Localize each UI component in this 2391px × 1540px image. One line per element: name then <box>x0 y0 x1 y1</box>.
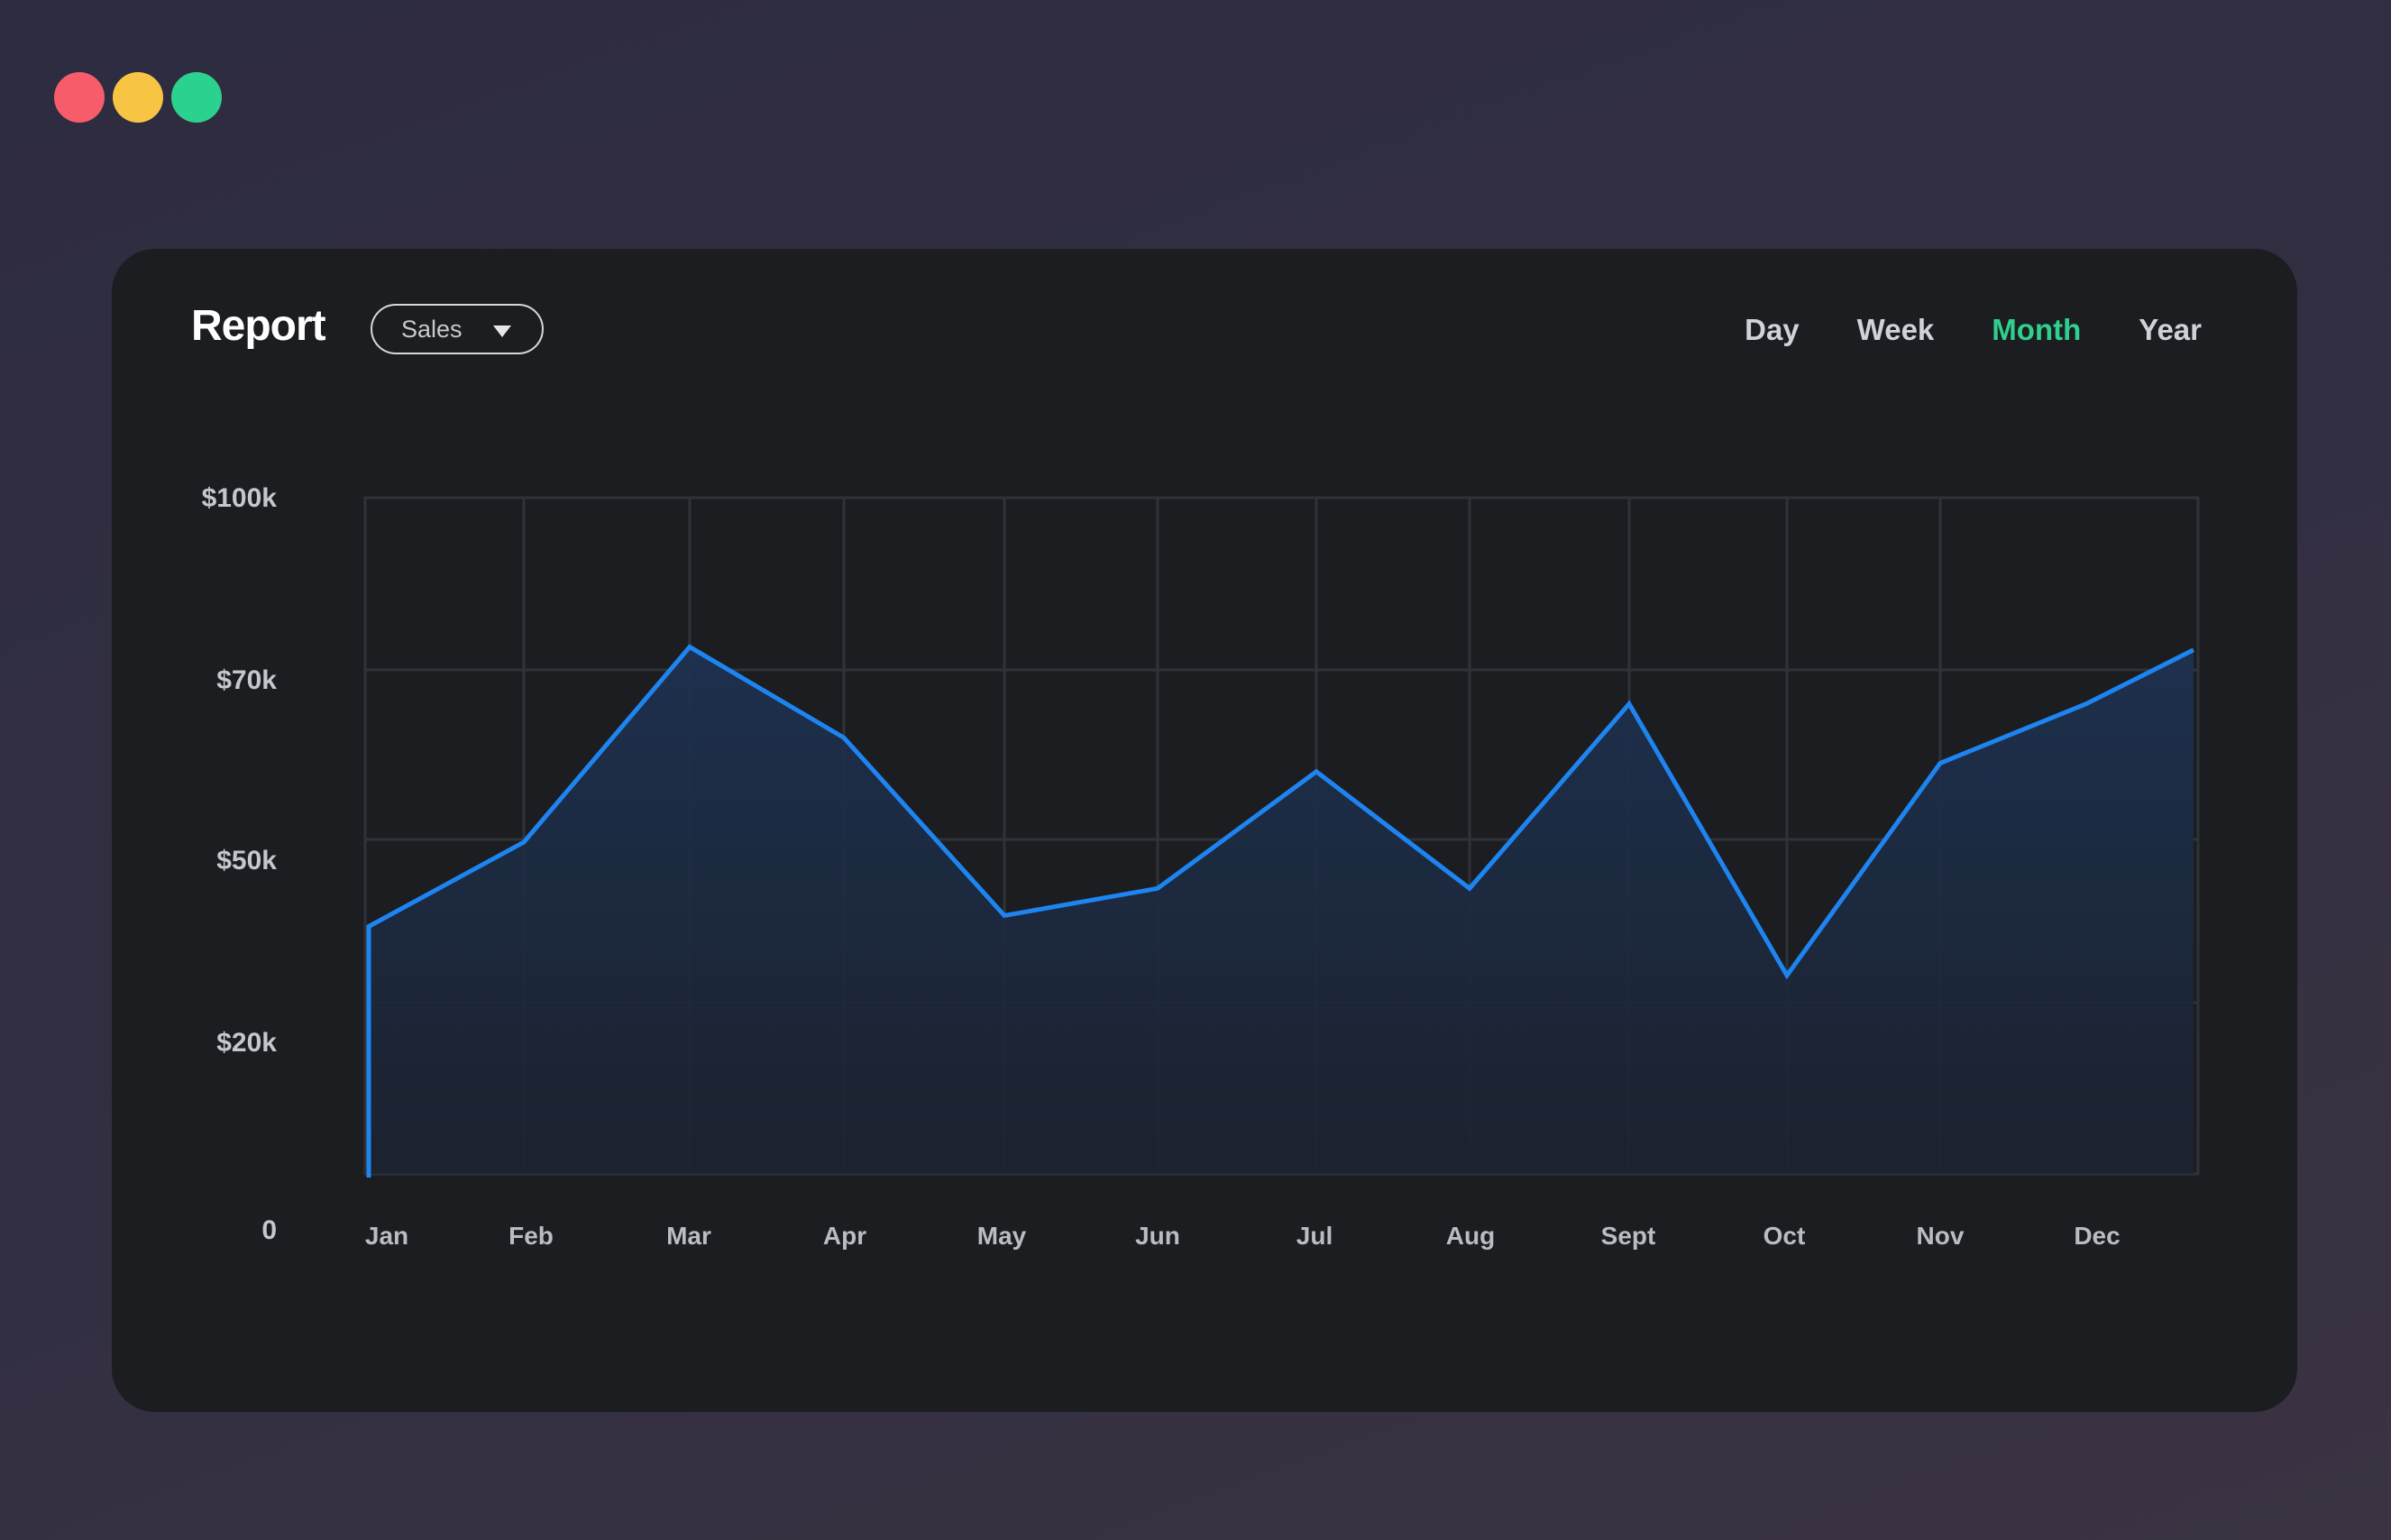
x-tick-label: Dec <box>2074 1222 2120 1250</box>
x-tick-label: Oct <box>1763 1222 1806 1250</box>
close-window-button[interactable] <box>54 72 105 123</box>
sales-chart: $100k $70k $50k $20k 0 Jan Feb Mar Apr May Jun Jul… <box>202 483 2200 1250</box>
y-tick-label: $70k <box>216 665 277 695</box>
maximize-window-button[interactable] <box>171 72 222 123</box>
y-tick-label: $20k <box>216 1028 277 1058</box>
x-tick-label: Jul <box>1296 1222 1333 1250</box>
window-controls <box>54 72 222 123</box>
minimize-window-button[interactable] <box>113 72 163 123</box>
x-tick-label: Mar <box>666 1222 711 1250</box>
y-tick-label: $50k <box>216 846 277 875</box>
series-area <box>369 646 2194 1174</box>
x-tick-label: Jan <box>365 1222 408 1250</box>
report-card: Report Sales Day Week Month Year $100k $7… <box>112 249 2297 1412</box>
y-axis-labels: $100k $70k $50k $20k 0 <box>202 483 278 1245</box>
x-tick-label: Apr <box>823 1222 866 1250</box>
x-tick-label: Feb <box>508 1222 554 1250</box>
x-tick-label: Aug <box>1446 1222 1495 1250</box>
x-tick-label: Jun <box>1135 1222 1180 1250</box>
x-axis-labels: Jan Feb Mar Apr May Jun Jul Aug Sept Oct Nov Dec <box>365 1222 2121 1250</box>
x-tick-label: Sept <box>1601 1222 1656 1250</box>
y-tick-label: 0 <box>261 1215 277 1245</box>
x-tick-label: Nov <box>1917 1222 1965 1250</box>
x-tick-label: May <box>977 1222 1027 1250</box>
chart-area <box>369 646 2194 1174</box>
y-tick-label: $100k <box>202 483 278 513</box>
